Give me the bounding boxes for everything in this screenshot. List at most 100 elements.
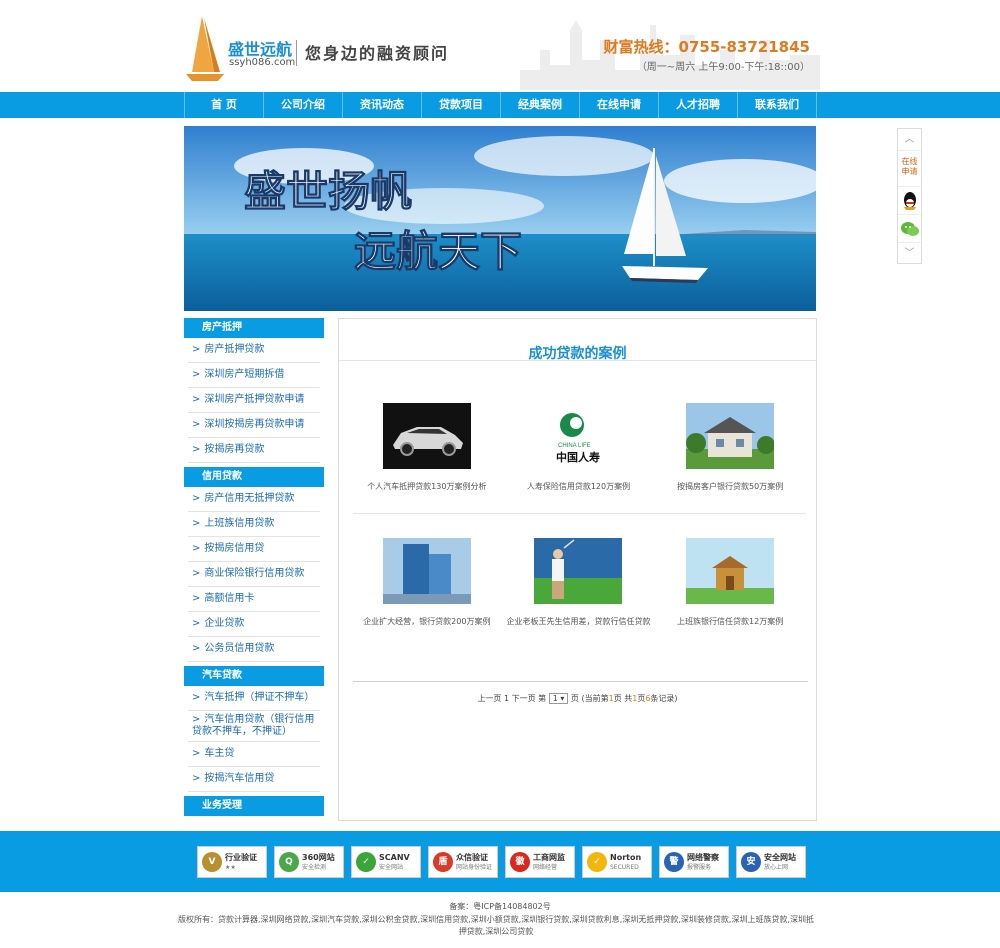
case-caption[interactable]: 上班族银行信任贷款12万案例 xyxy=(655,616,805,627)
sailing-banner-image: 盛世扬帆 远航天下 xyxy=(184,126,816,311)
badge-scanv[interactable]: ✓ SCANV 安全网站 xyxy=(351,846,421,878)
title-divider xyxy=(339,360,816,361)
case-card[interactable]: 企业扩大经营，银行贷款200万案例 xyxy=(352,538,502,627)
badge-360[interactable]: Q 360网站 安全检测 xyxy=(274,846,344,878)
chevron-right-icon: > xyxy=(192,444,201,455)
chevron-right-icon: > xyxy=(192,344,201,355)
sidebar-item[interactable]: > 车主贷 xyxy=(188,742,320,767)
sidebar-group-title[interactable]: 信用贷款 xyxy=(184,467,324,487)
chevron-right-icon: > xyxy=(192,748,201,759)
chevron-right-icon: > xyxy=(192,493,201,504)
nav-apply[interactable]: 在线申请 xyxy=(580,92,659,118)
badge-gongshang[interactable]: 徽工商网监 网络经营 xyxy=(505,846,575,878)
online-apply-button[interactable]: 在线申请 xyxy=(898,151,921,187)
case-thumbnail-building[interactable] xyxy=(382,538,471,604)
case-card[interactable]: 按揭房客户银行贷款50万案例 xyxy=(655,403,805,492)
next-page-link[interactable]: 下一页 xyxy=(512,694,536,703)
main-nav: 首 页 公司介绍 资讯动态 贷款项目 经典案例 在线申请 人才招聘 联系我们 xyxy=(0,92,1000,118)
sidebar-item[interactable]: > 按揭房信用贷 xyxy=(188,537,320,562)
jump-prefix: 第 xyxy=(538,694,547,703)
sidebar-item[interactable]: > 高额信用卡 xyxy=(188,587,320,612)
case-caption[interactable]: 按揭房客户银行贷款50万案例 xyxy=(655,481,805,492)
sidebar-item[interactable]: > 深圳房产抵押贷款申请 xyxy=(188,388,320,413)
sidebar-item[interactable]: > 汽车抵押（押证不押车） xyxy=(188,686,320,711)
case-thumbnail-car[interactable] xyxy=(382,403,471,469)
case-card[interactable]: 个人汽车抵押贷款130万案例分析 xyxy=(352,403,502,492)
footer-badges-band: V 行业验证 ★★ Q 360网站 安全检测 ✓ SCANV 安全网站 盾众信验证 网站身份验… xyxy=(0,831,1000,892)
case-caption[interactable]: 人寿保险信用贷款120万案例 xyxy=(503,481,653,492)
case-thumbnail-china-life[interactable]: CHINA LIFE 中国人寿 xyxy=(534,403,623,469)
case-card[interactable]: 企业老板王先生信用差，贷款行信任贷款 xyxy=(503,538,653,627)
case-thumbnail-blocks[interactable] xyxy=(686,538,775,604)
sidebar-group-title[interactable]: 房产抵押 xyxy=(184,318,324,338)
svg-text:中国人寿: 中国人寿 xyxy=(556,450,600,464)
badge-norton[interactable]: ✓ Norton SECURED xyxy=(582,846,652,878)
pager-info: (当前第1页 共1页6条记录) xyxy=(581,694,678,703)
chevron-down-icon[interactable]: ﹀ xyxy=(898,243,921,265)
sidebar-item[interactable]: > 按揭汽车信用贷 xyxy=(188,767,320,792)
nav-cases[interactable]: 经典案例 xyxy=(501,92,580,118)
jump-suffix: 页 xyxy=(570,694,579,703)
checkmark-icon: ✓ xyxy=(356,852,376,872)
badge-safe-site[interactable]: 安安全网站 放心上网 xyxy=(736,846,806,878)
business-hours: （周一~周六 上午9:00-下午:18::00） xyxy=(636,62,810,73)
page-select[interactable]: 1 ▾ xyxy=(548,693,569,704)
sidebar-item[interactable]: > 企业贷款 xyxy=(188,612,320,637)
sidebar-item[interactable]: > 按揭房再贷款 xyxy=(188,438,320,463)
badge-industry-verify[interactable]: V 行业验证 ★★ xyxy=(197,846,267,878)
nav-loans[interactable]: 贷款项目 xyxy=(422,92,501,118)
sidebar-group-title[interactable]: 汽车贷款 xyxy=(184,666,324,686)
floating-toolbar: ︿ 在线申请 ﹀ xyxy=(897,128,922,264)
sidebar-item[interactable]: > 房产信用无抵押贷款 xyxy=(188,487,320,512)
logo-divider xyxy=(296,40,297,66)
sidebar-item[interactable]: > 房产抵押贷款 xyxy=(188,338,320,363)
nav-contact[interactable]: 联系我们 xyxy=(738,92,817,118)
case-caption[interactable]: 企业老板王先生信用差，贷款行信任贷款 xyxy=(503,616,653,627)
cases-row: 企业扩大经营，银行贷款200万案例 企业老板王先生信用差，贷款行信任贷款 上班族… xyxy=(351,538,806,627)
row-divider xyxy=(353,513,806,514)
case-caption[interactable]: 个人汽车抵押贷款130万案例分析 xyxy=(352,481,502,492)
verify-icon: V xyxy=(202,852,222,872)
safe-shield-icon: 安 xyxy=(741,852,761,872)
cases-row: 个人汽车抵押贷款130万案例分析 CHINA LIFE 中国人寿 人寿保险信用贷… xyxy=(351,403,806,492)
chevron-right-icon: > xyxy=(192,618,201,629)
case-thumbnail-golf[interactable] xyxy=(534,538,623,604)
emblem-icon: 徽 xyxy=(510,852,530,872)
sidebar-item[interactable]: > 汽车信用贷款（银行信用贷款不押车，不押证） xyxy=(188,711,320,742)
sidebar-item[interactable]: > 商业保险银行信用贷款 xyxy=(188,562,320,587)
banner-line1: 盛世扬帆 xyxy=(244,167,412,216)
badge-zhongxin[interactable]: 盾众信验证 网站身份验证 xyxy=(428,846,498,878)
prev-page-link[interactable]: 上一页 xyxy=(477,694,501,703)
chevron-right-icon: > xyxy=(192,773,201,784)
chevron-right-icon: > xyxy=(192,692,201,703)
nav-home[interactable]: 首 页 xyxy=(185,92,264,118)
sidebar-item[interactable]: > 深圳房产短期拆借 xyxy=(188,363,320,388)
sidebar-item[interactable]: > 公务员信用贷款 xyxy=(188,637,320,662)
chevron-right-icon: > xyxy=(192,543,201,554)
sidebar-item[interactable]: > 深圳按揭房再贷款申请 xyxy=(188,413,320,438)
sidebar-item[interactable]: > 上班族信用贷款 xyxy=(188,512,320,537)
pagination: 上一页 1 下一页 第 1 ▾ 页 (当前第1页 共1页6条记录) xyxy=(339,693,816,704)
wechat-icon[interactable] xyxy=(898,215,921,243)
chevron-right-icon: > xyxy=(192,518,201,529)
sidebar-group-title[interactable]: 业务受理 xyxy=(184,796,324,816)
case-caption[interactable]: 企业扩大经营，银行贷款200万案例 xyxy=(352,616,502,627)
nav-about[interactable]: 公司介绍 xyxy=(264,92,343,118)
copyright-links[interactable]: 版权所有：贷款计算器,深圳网络贷款,深圳汽车贷款,深圳公积金贷款,深圳信用贷款,… xyxy=(176,914,816,938)
qq-icon[interactable] xyxy=(898,187,921,215)
case-thumbnail-house[interactable] xyxy=(686,403,775,469)
banner-line2: 远航天下 xyxy=(354,227,522,276)
nav-news[interactable]: 资讯动态 xyxy=(343,92,422,118)
chevron-up-icon[interactable]: ︿ xyxy=(898,129,921,151)
police-icon: 警 xyxy=(664,852,684,872)
slogan: 您身边的融资顾问 xyxy=(305,44,450,63)
nav-jobs[interactable]: 人才招聘 xyxy=(659,92,738,118)
case-card[interactable]: CHINA LIFE 中国人寿 人寿保险信用贷款120万案例 xyxy=(503,403,653,492)
icp-record[interactable]: 备案：粤ICP备14084802号 xyxy=(0,901,1000,912)
caret-down-icon: ▾ xyxy=(560,694,565,703)
site-header: 盛世远航 ssyh086.com 您身边的融资顾问 财富热线：0755-8372… xyxy=(0,0,1000,92)
case-card[interactable]: 上班族银行信任贷款12万案例 xyxy=(655,538,805,627)
cases-panel: 成功贷款的案例 个人汽车抵押贷款130万案例分析 CHINA LIFE 中国人寿… xyxy=(338,318,817,821)
badge-police[interactable]: 警网络警察 报警服务 xyxy=(659,846,729,878)
chevron-right-icon: > xyxy=(192,568,201,579)
